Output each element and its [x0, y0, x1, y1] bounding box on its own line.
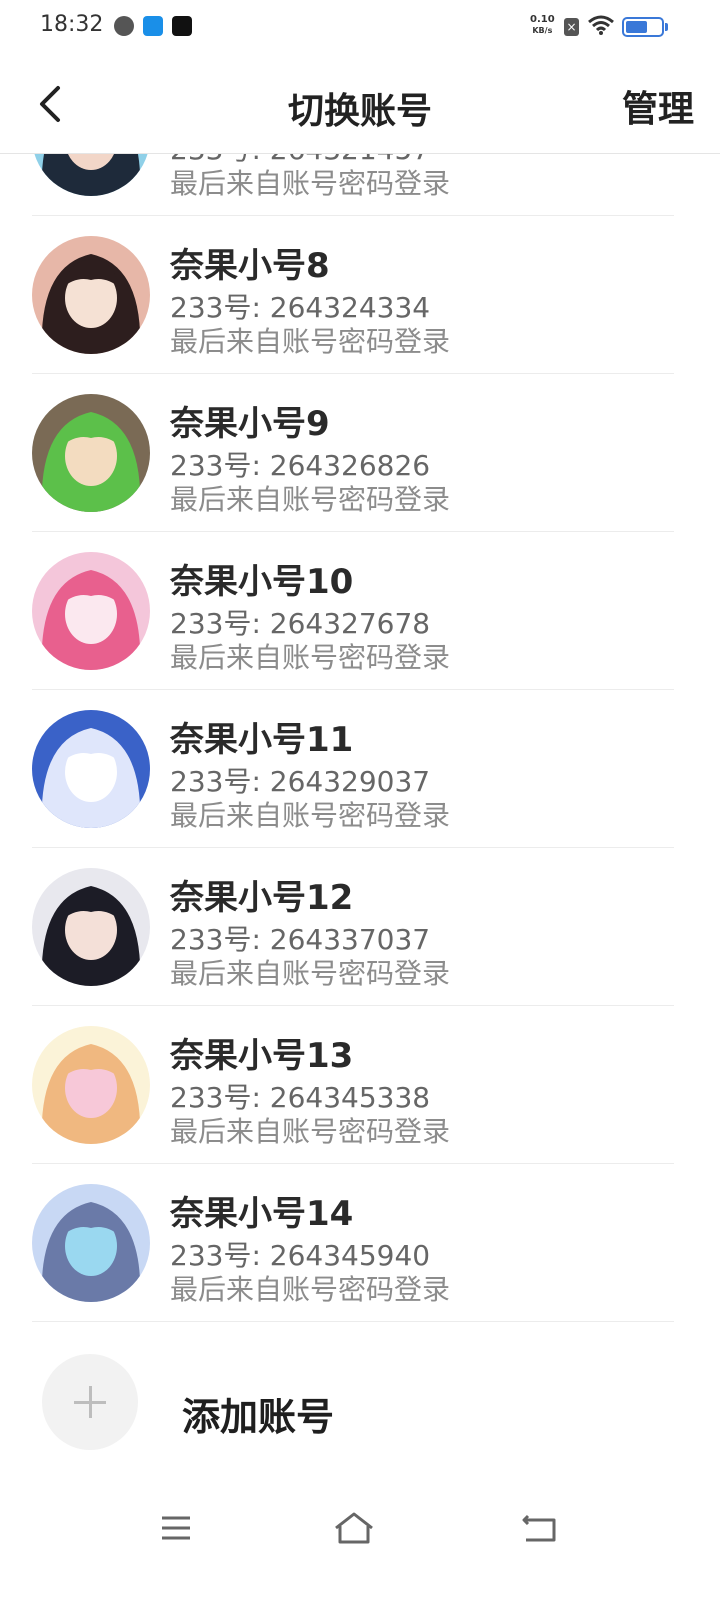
sim-off-icon: ×: [564, 18, 579, 36]
account-name: 奈果小号11: [170, 720, 354, 760]
app-icon: [143, 16, 163, 36]
account-row-6[interactable]: 奈果小号13 233号: 264345338 最后来自账号密码登录: [32, 1006, 674, 1164]
page-title: 切换账号: [287, 91, 432, 132]
avatar: [32, 710, 150, 828]
battery-level: [626, 21, 647, 33]
header: 切换账号 管理: [0, 56, 720, 154]
capcut-icon: [172, 16, 192, 36]
account-last-login: 最后来自账号密码登录: [170, 167, 451, 200]
network-speed-unit: KB/s: [532, 26, 553, 35]
account-last-login: 最后来自账号密码登录: [170, 325, 451, 358]
menu-icon[interactable]: [146, 1508, 206, 1548]
account-row-2[interactable]: 奈果小号9 233号: 264326826 最后来自账号密码登录: [32, 374, 674, 532]
account-row-5[interactable]: 奈果小号12 233号: 264337037 最后来自账号密码登录: [32, 848, 674, 1006]
battery-icon: [622, 17, 664, 37]
account-last-login: 最后来自账号密码登录: [170, 957, 451, 990]
add-account-button[interactable]: [42, 1354, 138, 1450]
navigation-bar: [0, 1490, 720, 1600]
account-last-login: 最后来自账号密码登录: [170, 799, 451, 832]
account-last-login: 最后来自账号密码登录: [170, 641, 451, 674]
account-list[interactable]: 233号: 264321457 最后来自账号密码登录 奈果小号8 233号: 2…: [0, 154, 720, 1324]
status-bar: 18:32 0.10 KB/s ×: [0, 0, 720, 56]
account-row-4[interactable]: 奈果小号11 233号: 264329037 最后来自账号密码登录: [32, 690, 674, 848]
plus-icon-vertical: [89, 1386, 92, 1418]
account-last-login: 最后来自账号密码登录: [170, 1115, 451, 1148]
avatar: [32, 1026, 150, 1144]
network-speed-value: 0.10: [530, 14, 555, 25]
account-name: 奈果小号14: [170, 1194, 354, 1234]
account-row-7[interactable]: 奈果小号14 233号: 264345940 最后来自账号密码登录: [32, 1164, 674, 1322]
account-row-1[interactable]: 奈果小号8 233号: 264324334 最后来自账号密码登录: [32, 216, 674, 374]
back-icon[interactable]: [510, 1508, 570, 1548]
account-row-0[interactable]: 233号: 264321457 最后来自账号密码登录: [32, 154, 674, 216]
account-name: 奈果小号13: [170, 1036, 354, 1076]
wifi-icon: [588, 15, 614, 35]
avatar: [32, 552, 150, 670]
avatar: [32, 1184, 150, 1302]
account-name: 奈果小号10: [170, 562, 354, 602]
battery-cap: [665, 23, 668, 31]
account-last-login: 最后来自账号密码登录: [170, 483, 451, 516]
home-icon[interactable]: [324, 1508, 384, 1548]
account-name: 奈果小号8: [170, 246, 330, 286]
avatar: [32, 154, 150, 196]
account-name: 奈果小号12: [170, 878, 354, 918]
manage-button[interactable]: 管理: [622, 80, 694, 132]
help-circle-icon: [114, 16, 134, 36]
account-name: 奈果小号9: [170, 404, 330, 444]
status-time: 18:32: [40, 12, 104, 37]
network-speed: 0.10 KB/s: [530, 14, 555, 36]
avatar: [32, 868, 150, 986]
add-account-row[interactable]: 添加账号: [0, 1324, 720, 1484]
avatar: [32, 236, 150, 354]
account-row-3[interactable]: 奈果小号10 233号: 264327678 最后来自账号密码登录: [32, 532, 674, 690]
account-list-scroll: 233号: 264321457 最后来自账号密码登录 奈果小号8 233号: 2…: [0, 154, 720, 1322]
add-account-label[interactable]: 添加账号: [182, 1386, 334, 1441]
avatar: [32, 394, 150, 512]
account-last-login: 最后来自账号密码登录: [170, 1273, 451, 1306]
